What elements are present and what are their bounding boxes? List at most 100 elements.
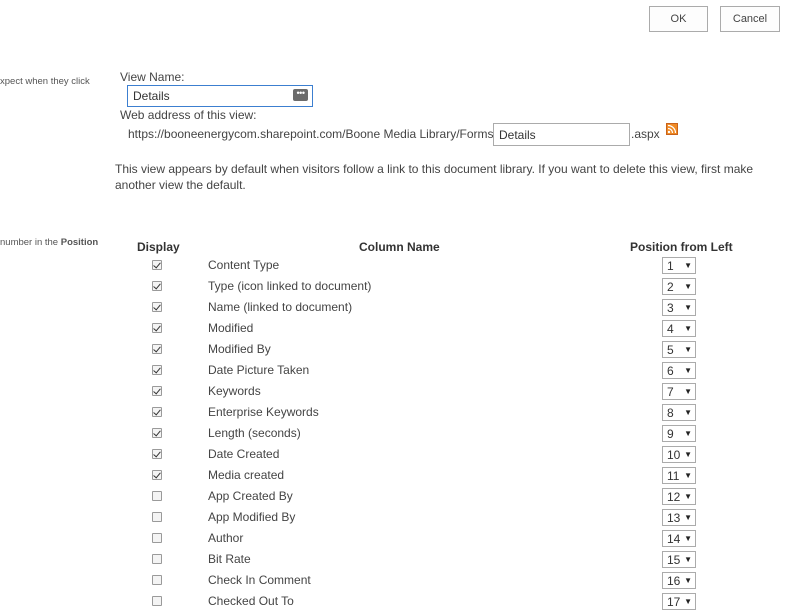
position-select[interactable]: 15 ▼ [662,551,696,568]
position-select[interactable]: 4 ▼ [662,320,696,337]
url-suffix: .aspx [631,127,660,141]
table-row: Modified 4 ▼ [0,319,789,340]
position-value: 11 [667,469,680,483]
dropdown-arrow-icon: ▼ [684,471,692,480]
display-checkbox[interactable] [152,554,162,564]
table-row: Keywords 7 ▼ [0,382,789,403]
dropdown-arrow-icon: ▼ [684,450,692,459]
position-select[interactable]: 10 ▼ [662,446,696,463]
position-value: 2 [667,280,674,294]
view-name-value: Details [133,89,170,103]
table-row: Author 14 ▼ [0,529,789,550]
column-name: Type (icon linked to document) [208,279,372,293]
position-value: 17 [667,595,681,609]
position-select[interactable]: 12 ▼ [662,488,696,505]
dropdown-arrow-icon: ▼ [684,429,692,438]
position-value: 16 [667,574,681,588]
display-header: Display [137,240,180,254]
dropdown-arrow-icon: ▼ [684,513,692,522]
display-checkbox[interactable] [152,512,162,522]
dropdown-arrow-icon: ▼ [684,324,692,333]
column-name: Media created [208,468,285,482]
position-header: Position from Left [630,240,733,254]
column-name: Name (linked to document) [208,300,353,314]
column-name: Content Type [208,258,280,272]
display-checkbox[interactable] [152,365,162,375]
rss-feed-icon[interactable] [666,123,678,135]
display-checkbox[interactable] [152,407,162,417]
display-checkbox[interactable] [152,302,162,312]
table-row: Bit Rate 15 ▼ [0,550,789,571]
column-name-header: Column Name [359,240,440,254]
display-checkbox[interactable] [152,533,162,543]
column-name: Author [208,531,244,545]
table-row: Type (icon linked to document) 2 ▼ [0,277,789,298]
position-select[interactable]: 2 ▼ [662,278,696,295]
cancel-button[interactable]: Cancel [720,6,780,32]
side-hint-bold: Position [60,237,99,248]
dropdown-arrow-icon: ▼ [684,345,692,354]
position-select[interactable]: 6 ▼ [662,362,696,379]
position-select[interactable]: 11 ▼ [662,467,696,484]
position-select[interactable]: 5 ▼ [662,341,696,358]
display-checkbox[interactable] [152,344,162,354]
position-value: 4 [667,322,674,336]
display-checkbox[interactable] [152,386,162,396]
display-checkbox[interactable] [152,260,162,270]
column-name: Length (seconds) [208,426,301,440]
dropdown-arrow-icon: ▼ [684,576,692,585]
display-checkbox[interactable] [152,428,162,438]
display-checkbox[interactable] [152,323,162,333]
dropdown-arrow-icon: ▼ [684,408,692,417]
position-value: 6 [667,364,674,378]
column-name: Date Created [208,447,280,461]
view-description: This view appears by default when visito… [115,162,754,192]
more-options-icon[interactable]: ••• [293,89,308,101]
position-select[interactable]: 8 ▼ [662,404,696,421]
table-row: Checked Out To 17 ▼ [0,592,789,613]
position-select[interactable]: 16 ▼ [662,572,696,589]
table-row: Modified By 5 ▼ [0,340,789,361]
view-name-label: View Name: [120,70,185,84]
display-checkbox[interactable] [152,596,162,606]
column-name: Checked Out To [208,594,294,608]
position-select[interactable]: 7 ▼ [662,383,696,400]
display-checkbox[interactable] [152,491,162,501]
position-select[interactable]: 1 ▼ [662,257,696,274]
column-name: Enterprise Keywords [208,405,319,419]
dropdown-arrow-icon: ▼ [684,534,692,543]
table-row: Check In Comment 16 ▼ [0,571,789,592]
ok-button[interactable]: OK [649,6,708,32]
column-name: App Modified By [208,510,296,524]
position-value: 1 [667,259,674,273]
table-row: Date Created 10 ▼ [0,445,789,466]
table-row: Length (seconds) 9 ▼ [0,424,789,445]
display-checkbox[interactable] [152,575,162,585]
position-value: 8 [667,406,674,420]
dropdown-arrow-icon: ▼ [684,282,692,291]
web-address-label: Web address of this view: [120,108,257,122]
dropdown-arrow-icon: ▼ [684,303,692,312]
position-select[interactable]: 14 ▼ [662,530,696,547]
dropdown-arrow-icon: ▼ [684,492,692,501]
position-value: 3 [667,301,674,315]
position-value: 10 [667,448,681,462]
position-value: 9 [667,427,674,441]
dropdown-arrow-icon: ▼ [684,387,692,396]
view-name-input[interactable]: Details ••• [127,85,313,107]
position-select[interactable]: 17 ▼ [662,593,696,610]
url-page-input[interactable]: Details [493,123,630,146]
position-value: 12 [667,490,681,504]
table-row: App Modified By 13 ▼ [0,508,789,529]
position-value: 14 [667,532,681,546]
position-select[interactable]: 9 ▼ [662,425,696,442]
display-checkbox[interactable] [152,470,162,480]
url-prefix: https://booneenergycom.sharepoint.com/Bo… [128,127,497,141]
url-page-value: Details [499,128,536,142]
position-select[interactable]: 3 ▼ [662,299,696,316]
position-value: 7 [667,385,674,399]
display-checkbox[interactable] [152,449,162,459]
display-checkbox[interactable] [152,281,162,291]
side-hint-prefix: number in the [0,237,61,248]
position-select[interactable]: 13 ▼ [662,509,696,526]
